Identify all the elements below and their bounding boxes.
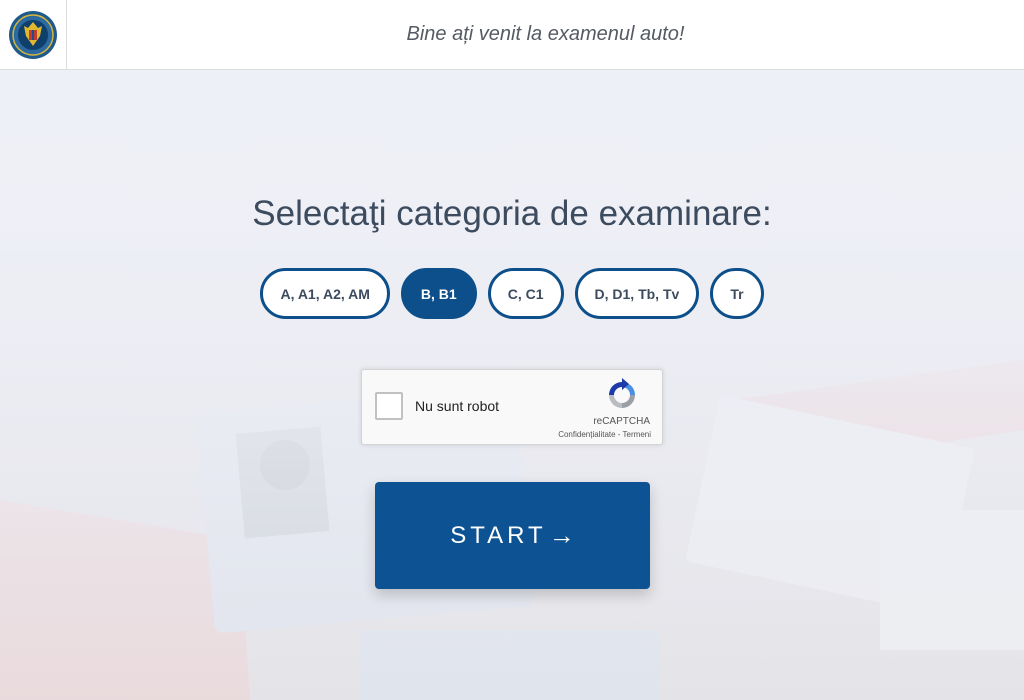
category-button-tr[interactable]: Tr xyxy=(710,268,764,319)
recaptcha-widget: Nu sunt robot reCAPTCHA Confidențialitat… xyxy=(361,369,663,445)
category-button-b[interactable]: B, B1 xyxy=(400,268,477,319)
recaptcha-checkbox[interactable] xyxy=(375,392,403,420)
recaptcha-label: Nu sunt robot xyxy=(415,398,500,414)
main-area: Selectaţi categoria de examinare: A, A1,… xyxy=(0,70,1024,700)
category-button-d[interactable]: D, D1, Tb, Tv xyxy=(574,268,700,319)
header: Bine ați venit la examenul auto! xyxy=(0,0,1024,70)
coat-of-arms-icon xyxy=(9,10,57,59)
page-title: Selectaţi categoria de examinare: xyxy=(252,194,772,233)
category-button-c[interactable]: C, C1 xyxy=(487,268,564,319)
start-label: START xyxy=(450,521,547,549)
welcome-text: Bine ați venit la examenul auto! xyxy=(406,23,685,45)
category-selector: A, A1, A2, AM B, B1 C, C1 D, D1, Tb, Tv … xyxy=(0,268,1024,319)
recaptcha-terms-link[interactable]: Confidențialitate - Termeni xyxy=(558,430,651,439)
category-button-a[interactable]: A, A1, A2, AM xyxy=(260,268,390,319)
recaptcha-brand: reCAPTCHA xyxy=(593,416,650,427)
start-button[interactable]: START → xyxy=(375,482,650,589)
recaptcha-logo-icon xyxy=(609,378,635,408)
arrow-right-icon: → xyxy=(548,520,575,550)
logo xyxy=(0,0,67,69)
